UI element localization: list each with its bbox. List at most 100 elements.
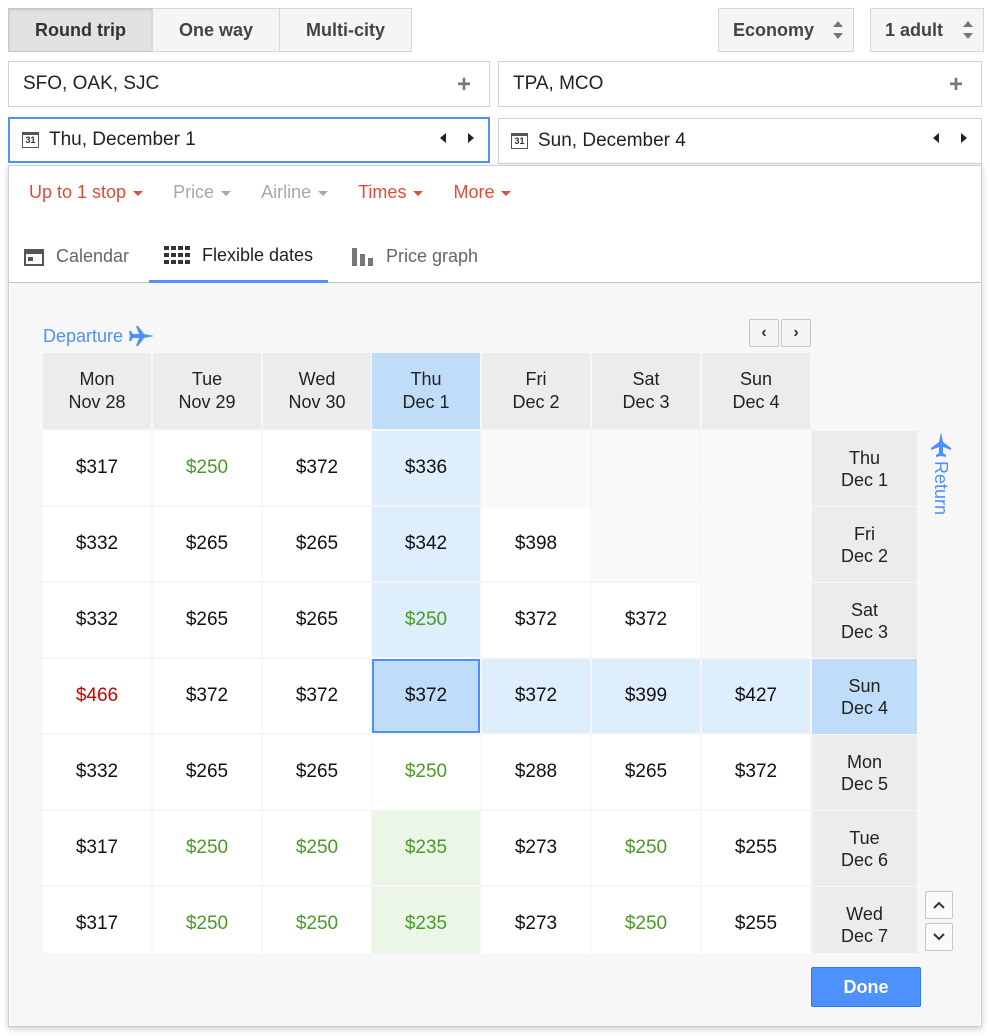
price-cell[interactable]: $372 <box>263 431 371 505</box>
departure-date-field[interactable]: 31 Thu, December 1 <box>8 117 490 163</box>
price-value: $372 <box>734 761 778 782</box>
price-value: $235 <box>404 837 448 858</box>
round-trip-button[interactable]: Round trip <box>8 8 153 52</box>
price-cell[interactable]: $398 <box>482 507 590 581</box>
return-date-field[interactable]: 31 Sun, December 4 <box>498 118 982 164</box>
destination-field[interactable]: TPA, MCO + <box>498 61 982 107</box>
price-cell[interactable]: $372 <box>592 583 700 657</box>
price-cell[interactable]: $250 <box>153 887 261 953</box>
passengers-select[interactable]: 1 adult <box>870 8 984 52</box>
scroll-up-button[interactable] <box>925 891 953 919</box>
header-date: Nov 28 <box>68 392 126 412</box>
price-cell-selected[interactable]: $372 <box>372 659 480 733</box>
departure-date-header[interactable]: Fri Dec 2 <box>482 353 590 429</box>
price-cell[interactable]: $250 <box>592 811 700 885</box>
times-filter[interactable]: Times <box>358 182 424 203</box>
next-date-icon[interactable] <box>961 133 967 143</box>
price-cell[interactable]: $265 <box>263 507 371 581</box>
price-value: $372 <box>404 685 448 706</box>
departure-date-header[interactable]: Wed Nov 30 <box>263 353 371 429</box>
price-value: $372 <box>514 685 558 706</box>
price-cell[interactable]: $265 <box>263 735 371 809</box>
price-value: $250 <box>295 837 339 858</box>
return-date-header[interactable]: Sat Dec 3 <box>812 583 917 658</box>
previous-date-icon[interactable] <box>933 133 939 143</box>
price-cell[interactable]: $427 <box>702 659 810 733</box>
price-cell[interactable]: $250 <box>592 887 700 953</box>
price-cell[interactable]: $255 <box>702 811 810 885</box>
price-cell[interactable]: $288 <box>482 735 590 809</box>
departure-date-header[interactable]: Mon Nov 28 <box>43 353 151 429</box>
price-cell[interactable]: $265 <box>153 507 261 581</box>
price-cell[interactable]: $332 <box>43 583 151 657</box>
airline-filter[interactable]: Airline <box>261 182 329 203</box>
price-cell[interactable]: $466 <box>43 659 151 733</box>
one-way-button[interactable]: One way <box>151 8 281 52</box>
departure-date-header[interactable]: Sun Dec 4 <box>702 353 810 429</box>
price-cell[interactable]: $235 <box>372 811 480 885</box>
price-cell[interactable]: $372 <box>482 659 590 733</box>
dropdown-caret-icon <box>221 191 232 196</box>
price-cell[interactable]: $317 <box>43 431 151 505</box>
price-cell[interactable]: $255 <box>702 887 810 953</box>
price-cell[interactable]: $265 <box>263 583 371 657</box>
departure-date-header[interactable]: Sat Dec 3 <box>592 353 700 429</box>
price-cell[interactable]: $250 <box>372 583 480 657</box>
price-cell[interactable]: $235 <box>372 887 480 953</box>
price-cell[interactable]: $336 <box>372 431 480 505</box>
price-cell[interactable]: $372 <box>153 659 261 733</box>
next-date-icon[interactable] <box>468 133 474 143</box>
price-cell[interactable]: $332 <box>43 507 151 581</box>
done-button[interactable]: Done <box>811 967 921 1007</box>
price-cell[interactable]: $372 <box>702 735 810 809</box>
plus-icon[interactable]: + <box>457 71 471 99</box>
price-cell[interactable]: $265 <box>153 735 261 809</box>
price-value: $372 <box>624 609 668 630</box>
price-cell[interactable]: $399 <box>592 659 700 733</box>
departure-date-value: Thu, December 1 <box>49 129 196 150</box>
price-cell[interactable]: $250 <box>153 811 261 885</box>
price-cell[interactable]: $317 <box>43 887 151 953</box>
price-value: $265 <box>185 761 229 782</box>
previous-date-icon[interactable] <box>440 133 446 143</box>
return-date-header[interactable]: Thu Dec 1 <box>812 431 917 506</box>
tab-calendar[interactable]: Calendar <box>24 230 129 283</box>
price-cell[interactable]: $273 <box>482 811 590 885</box>
price-cell[interactable]: $372 <box>263 659 371 733</box>
departure-date-header[interactable]: Tue Nov 29 <box>153 353 261 429</box>
return-date-header[interactable]: Fri Dec 2 <box>812 507 917 582</box>
departure-date-header-selected[interactable]: Thu Dec 1 <box>372 353 480 429</box>
return-date-header[interactable]: Tue Dec 6 <box>812 811 917 886</box>
return-date-header[interactable]: Wed Dec 7 <box>812 887 917 953</box>
price-value: $273 <box>514 913 558 934</box>
tab-price-graph[interactable]: Price graph <box>352 230 478 283</box>
price-cell[interactable]: $250 <box>153 431 261 505</box>
dropdown-caret-icon <box>413 191 424 196</box>
multi-city-button[interactable]: Multi-city <box>279 8 413 52</box>
header-day: Sun <box>848 675 881 696</box>
price-cell[interactable]: $250 <box>372 735 480 809</box>
price-cell[interactable]: $265 <box>592 735 700 809</box>
cabin-class-select[interactable]: Economy <box>718 8 854 52</box>
price-cell[interactable]: $273 <box>482 887 590 953</box>
tab-flexible-dates[interactable]: Flexible dates <box>149 230 329 283</box>
price-cell[interactable]: $265 <box>153 583 261 657</box>
price-cell[interactable]: $250 <box>263 887 371 953</box>
price-cell[interactable]: $250 <box>263 811 371 885</box>
return-date-header[interactable]: Mon Dec 5 <box>812 735 917 810</box>
price-value: $265 <box>185 609 229 630</box>
price-value: $372 <box>295 457 339 478</box>
scroll-down-button[interactable] <box>925 923 953 951</box>
header-day: Mon <box>846 751 882 772</box>
origin-field[interactable]: SFO, OAK, SJC + <box>8 61 490 107</box>
price-cell[interactable]: $317 <box>43 811 151 885</box>
more-filter[interactable]: More <box>453 182 512 203</box>
plus-icon[interactable]: + <box>949 71 963 99</box>
return-date-header-selected[interactable]: Sun Dec 4 <box>812 659 917 734</box>
price-filter[interactable]: Price <box>173 182 232 203</box>
price-cell[interactable]: $342 <box>372 507 480 581</box>
stops-filter[interactable]: Up to 1 stop <box>29 182 144 203</box>
price-cell[interactable]: $372 <box>482 583 590 657</box>
date-arrows <box>440 133 474 143</box>
price-cell[interactable]: $332 <box>43 735 151 809</box>
